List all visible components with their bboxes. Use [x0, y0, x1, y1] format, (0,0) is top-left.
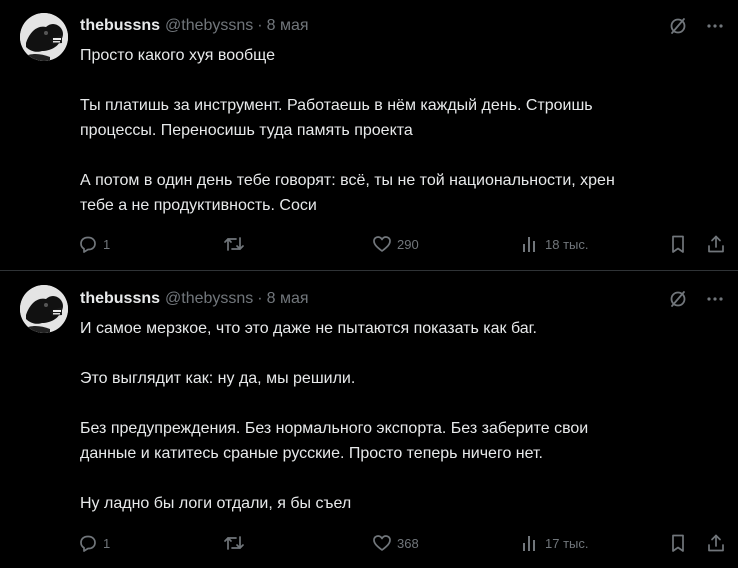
like-button[interactable]: 368 — [372, 532, 419, 554]
views-button[interactable]: 17 тыс. — [520, 532, 588, 554]
post[interactable]: thebussns @thebyssns · 8 мая И самое мерзко… — [0, 270, 738, 568]
views-count: 18 тыс. — [545, 236, 589, 252]
reply-button[interactable]: 1 — [78, 233, 110, 255]
views-count: 17 тыс. — [545, 535, 589, 551]
display-name[interactable]: thebussns — [80, 17, 160, 34]
reply-icon — [80, 236, 96, 253]
more-icon[interactable] — [706, 290, 724, 308]
bookmark-icon — [672, 235, 684, 253]
avatar[interactable] — [20, 13, 68, 61]
repost-icon — [224, 536, 244, 550]
post-paragraph: Это выглядит как: ну да, мы решили. — [80, 370, 356, 387]
repost-button[interactable] — [223, 532, 250, 554]
bookmark-button[interactable] — [668, 532, 688, 554]
post-date[interactable]: 8 мая — [267, 17, 309, 34]
post-text: И самое мерзкое, что это даже не пытаютс… — [80, 316, 720, 516]
bookmark-button[interactable] — [668, 233, 688, 255]
avatar[interactable] — [20, 285, 68, 333]
post[interactable]: thebussns @thebyssns · 8 мая Просто какого … — [0, 0, 738, 270]
post-paragraph: А потом в один день тебе говорят: всё, т… — [80, 172, 615, 214]
views-icon — [523, 237, 535, 252]
post-paragraph: Без предупреждения. Без нормального эксп… — [80, 420, 589, 462]
post-top-actions — [668, 288, 724, 310]
reply-count: 1 — [103, 236, 111, 252]
repost-icon — [224, 237, 244, 251]
reply-icon — [80, 535, 96, 552]
views-icon — [523, 536, 535, 551]
separator: · — [257, 17, 263, 34]
post-date[interactable]: 8 мая — [267, 290, 309, 307]
like-icon — [373, 535, 391, 551]
grok-slash-icon[interactable] — [668, 16, 688, 36]
dog-avatar-icon — [20, 285, 68, 333]
post-paragraph: И самое мерзкое, что это даже не пытаютс… — [80, 320, 537, 337]
share-icon — [708, 534, 724, 552]
post-top-actions — [668, 15, 724, 37]
reply-count: 1 — [103, 535, 111, 551]
grok-slash-icon[interactable] — [668, 289, 688, 309]
like-count: 290 — [397, 236, 419, 252]
post-actions: 1 368 17 тыс. — [78, 532, 726, 554]
handle[interactable]: @thebyssns — [165, 290, 253, 307]
reply-button[interactable]: 1 — [78, 532, 110, 554]
views-button[interactable]: 18 тыс. — [520, 233, 588, 255]
like-button[interactable]: 290 — [372, 233, 419, 255]
post-header: thebussns @thebyssns · 8 мая — [80, 15, 309, 37]
post-paragraph: Просто какого хуя вообще — [80, 47, 276, 64]
repost-button[interactable] — [223, 233, 250, 255]
share-button[interactable] — [706, 532, 726, 554]
more-icon[interactable] — [706, 17, 724, 35]
like-icon — [373, 236, 391, 252]
dog-avatar-icon — [20, 13, 68, 61]
separator: · — [257, 290, 263, 307]
post-paragraph: Ты платишь за инструмент. Работаешь в нё… — [80, 97, 593, 139]
post-actions: 1 290 18 тыс. — [78, 233, 726, 255]
display-name[interactable]: thebussns — [80, 290, 160, 307]
like-count: 368 — [397, 535, 419, 551]
post-paragraph: Ну ладно бы логи отдали, я бы съел — [80, 495, 352, 512]
handle[interactable]: @thebyssns — [165, 17, 253, 34]
bookmark-icon — [672, 534, 684, 552]
post-text: Просто какого хуя вообще Ты платишь за и… — [80, 43, 720, 218]
share-icon — [708, 235, 724, 253]
share-button[interactable] — [706, 233, 726, 255]
post-header: thebussns @thebyssns · 8 мая — [80, 288, 309, 310]
